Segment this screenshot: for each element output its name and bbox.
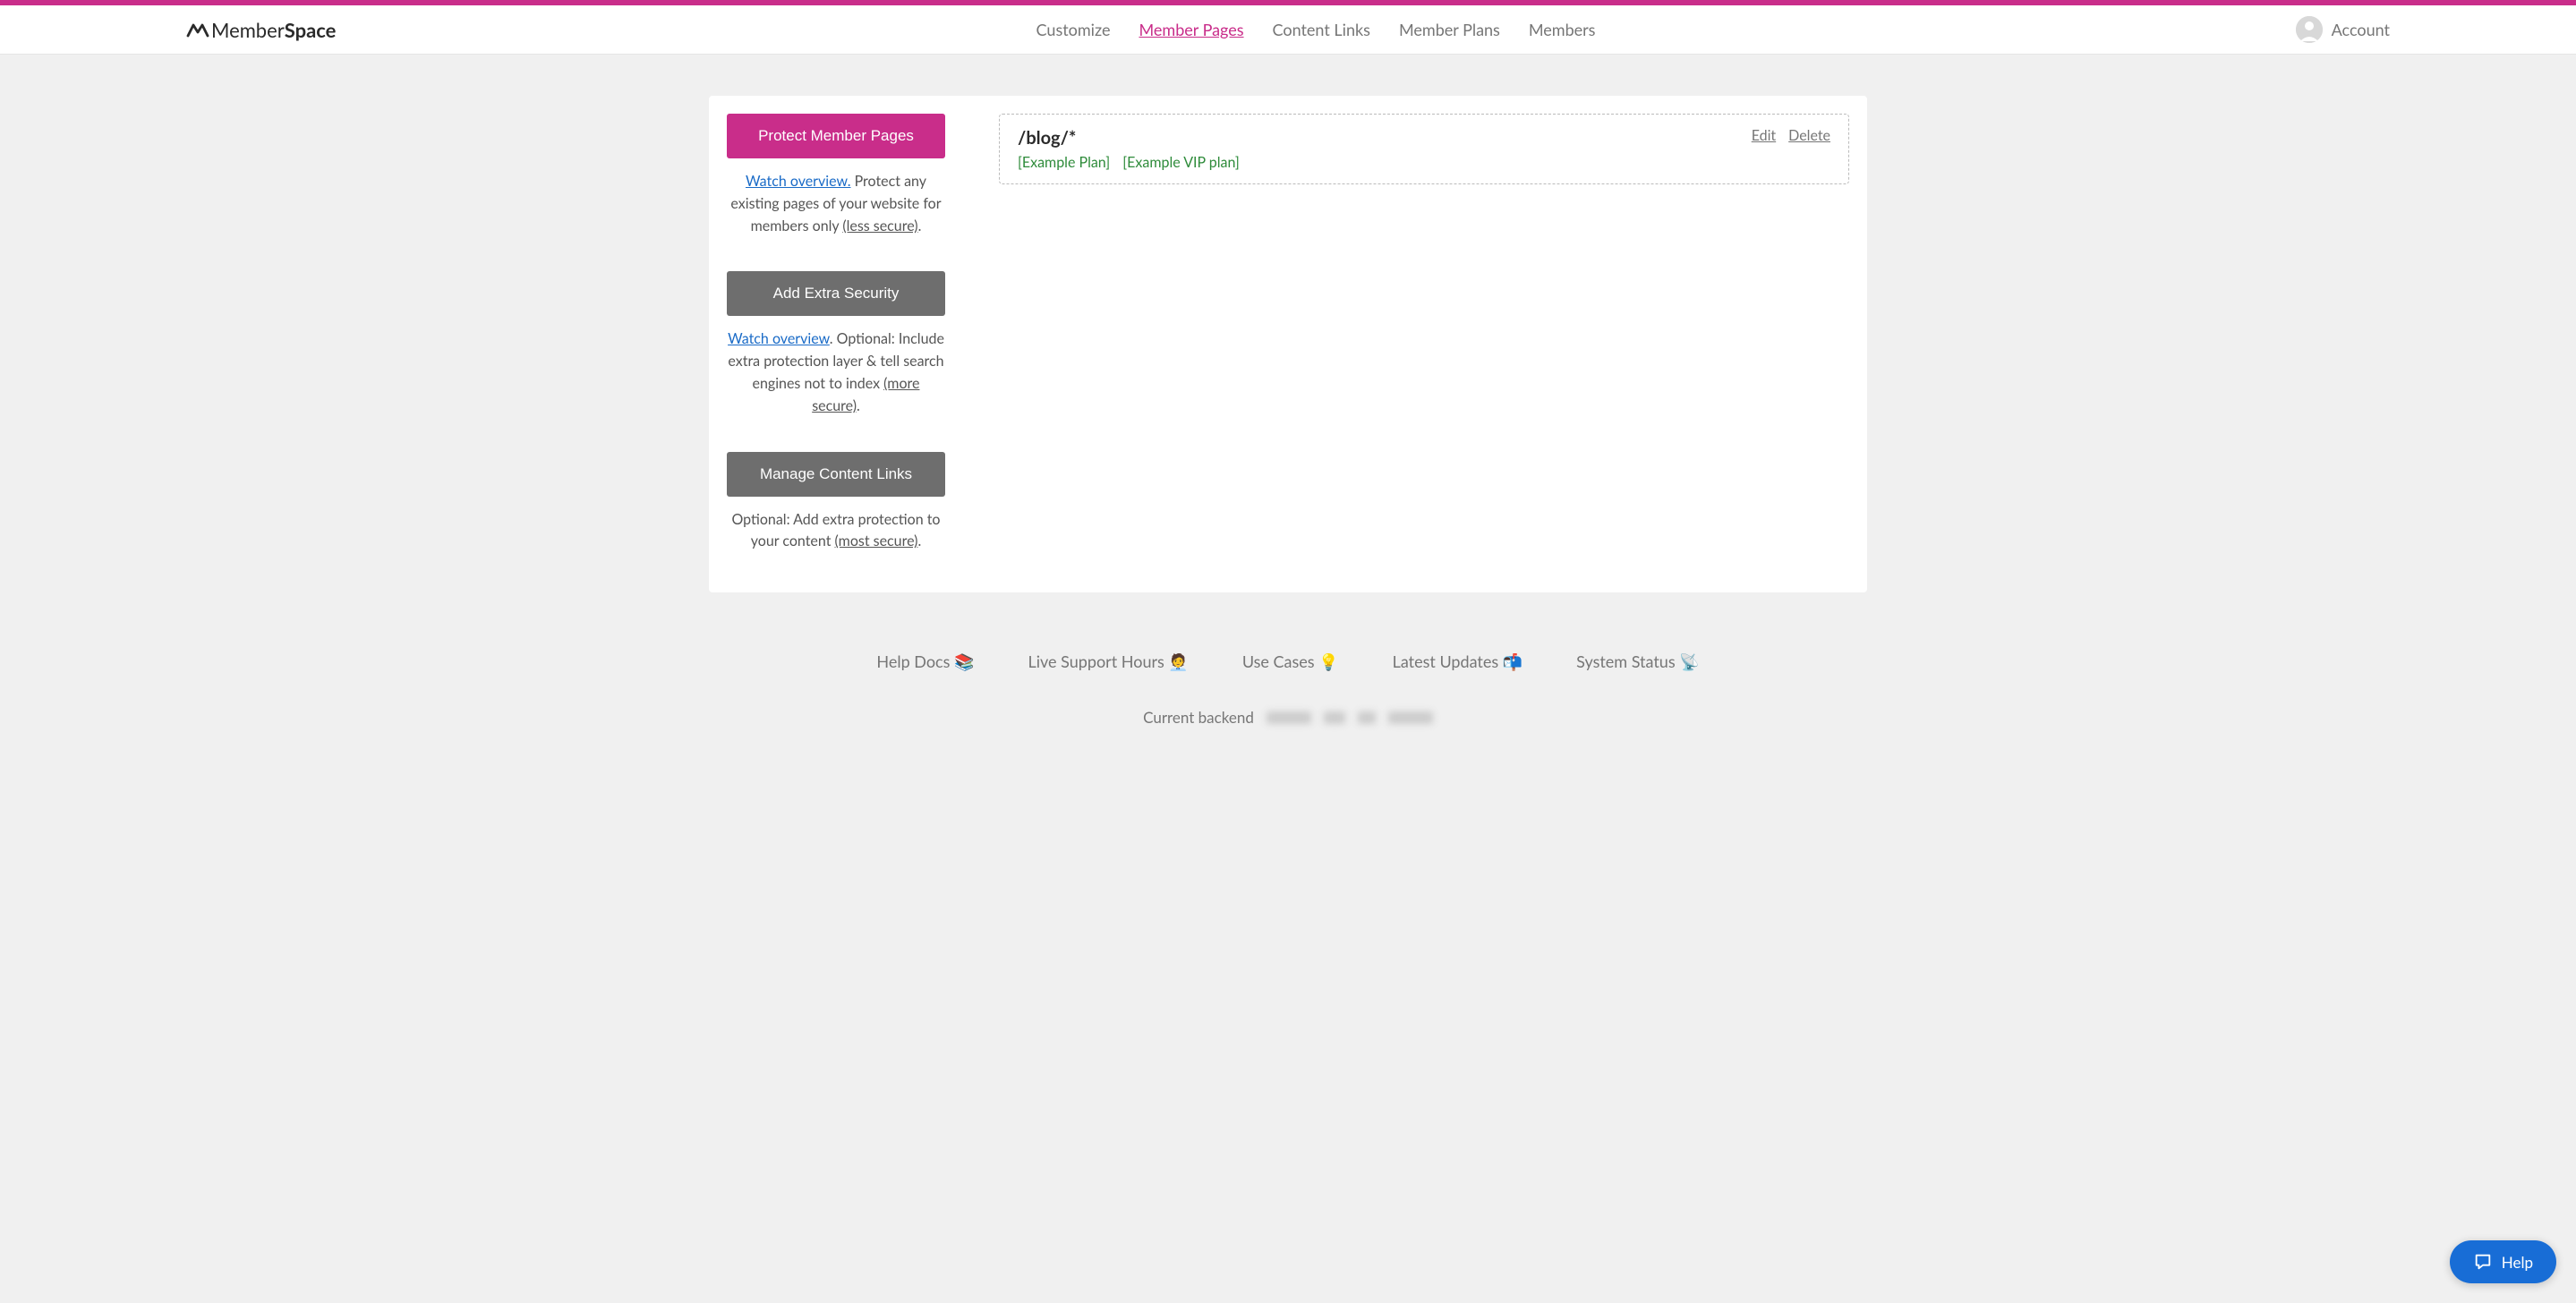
help-widget[interactable]: Help — [2450, 1240, 2556, 1283]
content-description: Optional: Add extra protection to your c… — [727, 509, 945, 554]
edit-link[interactable]: Edit — [1752, 127, 1776, 144]
protected-page-card: /blog/* [Example Plan] [Example VIP plan… — [999, 114, 1849, 184]
plan-tag: [Example VIP plan] — [1122, 154, 1240, 171]
blurred-value — [1324, 711, 1345, 724]
footer: Help Docs 📚 Live Support Hours 🧑‍💼 Use C… — [0, 634, 2576, 780]
account-menu[interactable]: Account — [2296, 16, 2390, 43]
sidebar: Protect Member Pages Watch overview. Pro… — [727, 114, 945, 575]
page-path: /blog/* — [1018, 127, 1249, 149]
backend-label: Current backend — [1143, 708, 1254, 727]
security-watch-link[interactable]: Watch overview — [728, 330, 830, 347]
footer-live-support[interactable]: Live Support Hours 🧑‍💼 — [1028, 652, 1188, 672]
logo-icon — [186, 21, 209, 38]
nav-member-pages[interactable]: Member Pages — [1139, 20, 1243, 39]
security-description: Watch overview. Optional: Include extra … — [727, 328, 945, 417]
delete-link[interactable]: Delete — [1788, 127, 1830, 144]
blurred-value — [1358, 711, 1376, 724]
footer-use-cases[interactable]: Use Cases 💡 — [1242, 652, 1339, 672]
account-label: Account — [2332, 20, 2390, 39]
footer-links: Help Docs 📚 Live Support Hours 🧑‍💼 Use C… — [0, 652, 2576, 672]
main-container: Protect Member Pages Watch overview. Pro… — [709, 96, 1867, 592]
blurred-value — [1267, 711, 1311, 724]
protect-member-pages-button[interactable]: Protect Member Pages — [727, 114, 945, 158]
chat-icon — [2473, 1252, 2493, 1272]
header: MemberSpace Customize Member Pages Conte… — [0, 5, 2576, 55]
less-secure-note: (less secure) — [842, 217, 917, 234]
logo-text-part1: Member — [211, 18, 285, 42]
footer-help-docs[interactable]: Help Docs 📚 — [876, 652, 974, 672]
nav-members[interactable]: Members — [1529, 20, 1596, 39]
add-extra-security-button[interactable]: Add Extra Security — [727, 271, 945, 316]
page-card-actions: Edit Delete — [1752, 127, 1830, 144]
footer-backend: Current backend — [0, 708, 2576, 727]
protect-watch-link[interactable]: Watch overview. — [746, 173, 851, 190]
page-plans: [Example Plan] [Example VIP plan] — [1018, 154, 1249, 171]
footer-system-status[interactable]: System Status 📡 — [1576, 652, 1699, 672]
avatar-icon — [2296, 16, 2323, 43]
main-nav: Customize Member Pages Content Links Mem… — [336, 20, 2295, 39]
page-card-info: /blog/* [Example Plan] [Example VIP plan… — [1018, 127, 1249, 171]
nav-member-plans[interactable]: Member Plans — [1399, 20, 1500, 39]
footer-latest-updates[interactable]: Latest Updates 📬 — [1393, 652, 1523, 672]
most-secure-note: (most secure) — [835, 532, 918, 549]
nav-customize[interactable]: Customize — [1036, 20, 1111, 39]
main-content: /blog/* [Example Plan] [Example VIP plan… — [999, 114, 1849, 575]
plan-tag: [Example Plan] — [1018, 154, 1110, 171]
protect-description: Watch overview. Protect any existing pag… — [727, 171, 945, 237]
help-label: Help — [2502, 1253, 2533, 1272]
blurred-value — [1388, 711, 1433, 724]
logo-text-part2: Space — [285, 18, 337, 42]
manage-content-links-button[interactable]: Manage Content Links — [727, 452, 945, 497]
logo[interactable]: MemberSpace — [186, 18, 336, 42]
nav-content-links[interactable]: Content Links — [1273, 20, 1370, 39]
